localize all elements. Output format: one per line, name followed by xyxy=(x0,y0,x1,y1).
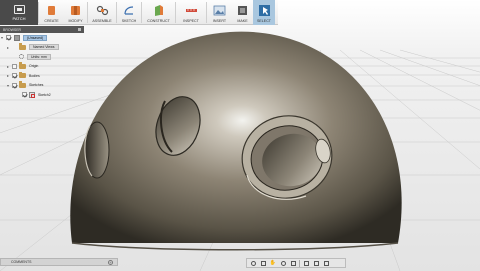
folder-icon xyxy=(19,71,26,79)
browser-root[interactable]: ▾ (Unsaved) xyxy=(0,33,84,43)
zoom-icon xyxy=(280,260,286,266)
viewports-button[interactable] xyxy=(322,260,330,267)
pin-icon[interactable] xyxy=(78,28,81,31)
modify-icon xyxy=(71,6,80,15)
fit-button[interactable] xyxy=(289,260,297,267)
named-views-label: Named Views xyxy=(29,44,59,51)
create-menu[interactable]: CREATE xyxy=(39,0,64,25)
browser-item-sketches[interactable]: ▾ Sketches xyxy=(0,81,84,91)
comments-label: COMMENTS xyxy=(11,260,32,264)
origin-label: Origin xyxy=(29,64,39,69)
collapse-icon[interactable]: ▾ xyxy=(6,83,10,88)
browser-root-label: (Unsaved) xyxy=(23,34,48,41)
sketch-icon xyxy=(123,6,133,15)
select-icon xyxy=(258,5,270,16)
browser-item-bodies[interactable]: ▸ Bodies xyxy=(0,71,84,81)
sphere-body xyxy=(70,31,402,244)
expand-icon[interactable]: ▸ xyxy=(6,64,10,69)
visibility-checkbox[interactable] xyxy=(12,73,17,79)
sketch-menu[interactable]: SKETCH xyxy=(117,0,141,25)
look-at-icon xyxy=(260,260,266,266)
bodies-label: Bodies xyxy=(29,73,40,78)
main-toolbar: PATCH CREATE MODIFY ASSEMBLE SKETCH CONS… xyxy=(0,0,278,25)
visibility-checkbox[interactable] xyxy=(6,35,11,41)
select-menu[interactable]: SELECT xyxy=(253,0,275,25)
construct-icon xyxy=(155,5,163,16)
sketches-label: Sketches xyxy=(29,83,44,88)
display-settings-icon xyxy=(303,260,309,266)
expand-icon[interactable]: ▸ xyxy=(6,73,10,78)
divider xyxy=(299,259,300,267)
insert-icon xyxy=(213,5,226,16)
browser-title: BROWSER xyxy=(3,27,22,32)
grid-settings-button[interactable] xyxy=(312,260,320,267)
viewports-icon xyxy=(323,260,329,266)
collapse-icon[interactable]: ▾ xyxy=(0,35,4,40)
create-icon xyxy=(48,6,55,15)
visibility-checkbox[interactable] xyxy=(22,92,27,98)
browser-header[interactable]: BROWSER xyxy=(0,26,84,33)
folder-icon xyxy=(19,81,26,88)
orbit-button[interactable] xyxy=(249,260,257,267)
workspace-switcher[interactable]: PATCH xyxy=(0,0,38,25)
fit-icon xyxy=(290,260,296,266)
inspect-menu[interactable]: INSPECT xyxy=(176,0,206,25)
add-comment-icon[interactable]: + xyxy=(108,260,113,265)
expand-icon[interactable]: ▸ xyxy=(6,45,10,50)
browser-item-units[interactable]: Units: mm xyxy=(0,52,84,62)
grid-icon xyxy=(313,260,319,266)
gear-icon xyxy=(19,54,24,60)
navigation-bar: ✋ xyxy=(246,258,346,268)
insert-menu[interactable]: INSERT xyxy=(207,0,232,25)
modify-menu[interactable]: MODIFY xyxy=(64,0,87,25)
units-label: Units: mm xyxy=(27,53,51,60)
visibility-checkbox[interactable] xyxy=(12,82,17,88)
document-icon xyxy=(14,34,20,41)
inspect-icon xyxy=(185,9,197,12)
construct-menu[interactable]: CONSTRUCT xyxy=(142,0,175,25)
zoom-button[interactable] xyxy=(279,260,287,267)
visibility-checkbox[interactable] xyxy=(12,63,17,69)
browser-item-sketch2[interactable]: Sketch2 xyxy=(0,90,84,100)
folder-icon xyxy=(19,43,26,50)
sketch2-label: Sketch2 xyxy=(38,92,51,97)
browser-panel: BROWSER ▾ (Unsaved) ▸ Named Views Units:… xyxy=(0,26,84,103)
orbit-icon xyxy=(250,260,256,266)
workspace-icon xyxy=(13,4,25,14)
sketch-item-icon xyxy=(29,91,35,98)
assemble-icon xyxy=(96,5,108,16)
browser-item-origin[interactable]: ▸ Origin xyxy=(0,62,84,72)
workspace-label: PATCH xyxy=(12,15,26,21)
comments-panel[interactable]: COMMENTS + xyxy=(0,258,118,266)
browser-item-named-views[interactable]: ▸ Named Views xyxy=(0,43,84,53)
assemble-menu[interactable]: ASSEMBLE xyxy=(88,0,116,25)
pan-button[interactable]: ✋ xyxy=(269,260,277,267)
hole-left xyxy=(84,121,110,179)
display-settings-button[interactable] xyxy=(302,260,310,267)
look-at-button[interactable] xyxy=(259,260,267,267)
folder-icon xyxy=(19,62,26,69)
make-menu[interactable]: MAKE xyxy=(232,0,253,25)
make-icon xyxy=(238,6,247,15)
pan-icon: ✋ xyxy=(269,260,277,266)
